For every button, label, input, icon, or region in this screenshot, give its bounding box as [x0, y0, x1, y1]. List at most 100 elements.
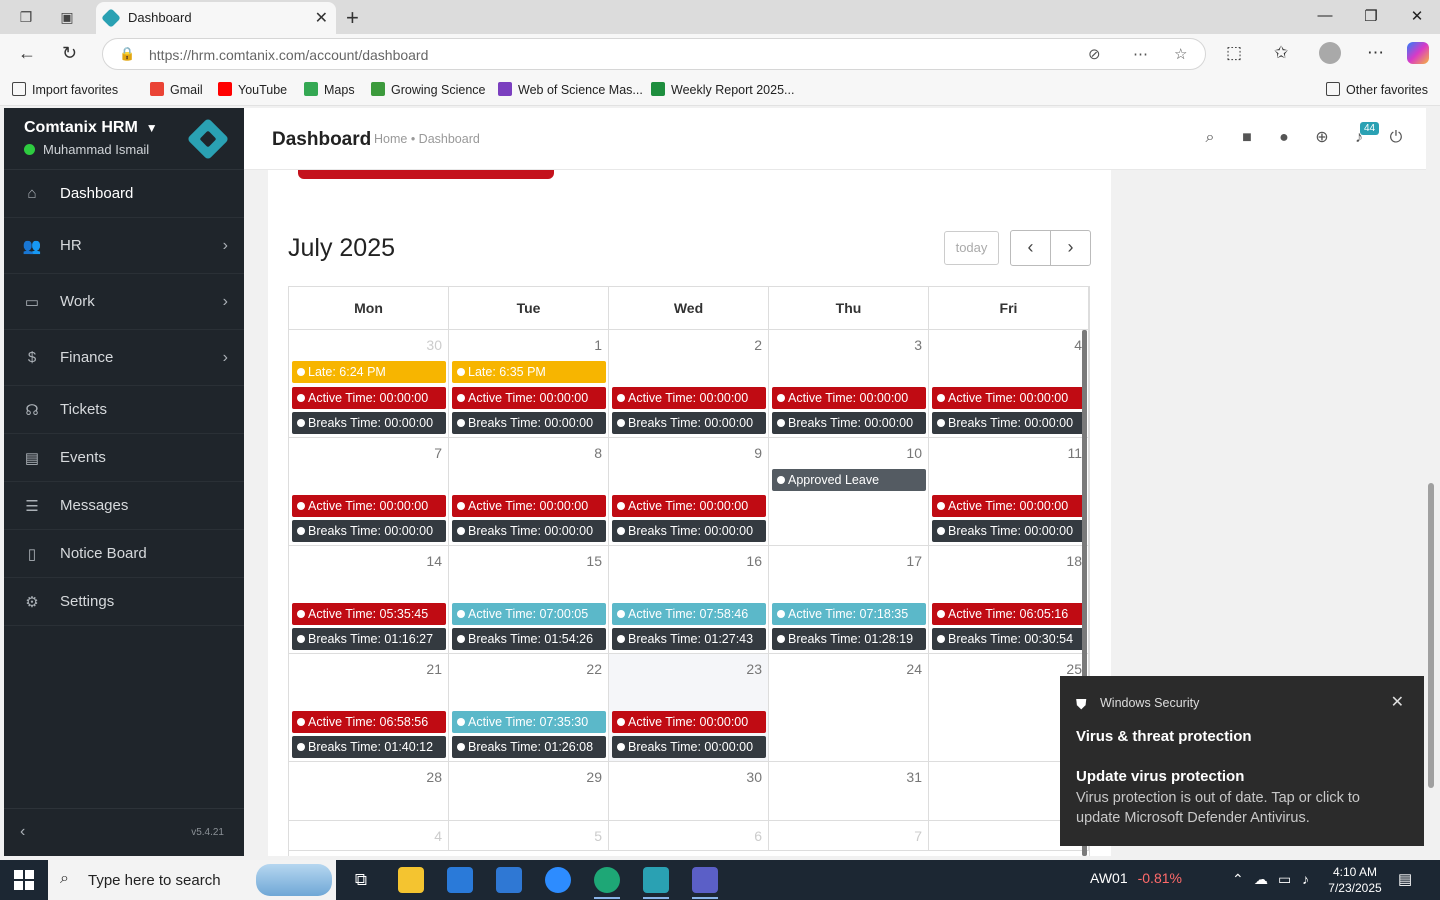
add-icon[interactable]: ⊕: [1312, 128, 1332, 148]
new-tab-icon[interactable]: +: [346, 5, 359, 31]
calendar-day[interactable]: 4Clock-in: 3:37 PMActive Time: 00:00:00B…: [929, 330, 1089, 437]
calendar-event[interactable]: Active Time: 07:18:35: [772, 602, 926, 625]
calendar-day[interactable]: 22Clock-in: 3:56 PMActive Time: 07:35:30…: [449, 654, 609, 761]
calendar-event[interactable]: Active Time: 00:00:00: [612, 710, 766, 733]
calendar-event[interactable]: Breaks Time: 01:26:08: [452, 736, 606, 758]
day-number[interactable]: 3: [914, 337, 922, 353]
calendar-event[interactable]: Active Time: 00:00:00: [292, 494, 446, 517]
day-number[interactable]: 2: [754, 337, 762, 353]
calendar-day[interactable]: 14Clock-in: 4:45 PMActive Time: 05:35:45…: [289, 546, 449, 653]
day-number[interactable]: 4: [434, 828, 442, 844]
brand-dropdown[interactable]: Comtanix HRM ▼: [24, 119, 158, 137]
sidebar-item-finance[interactable]: $ Finance ›: [4, 330, 244, 386]
sidebar-item-settings[interactable]: ⚙ Settings: [4, 578, 244, 626]
favorite-maps[interactable]: Maps: [304, 82, 355, 97]
sidebar-item-tickets[interactable]: ☊ Tickets: [4, 386, 244, 434]
calendar-event[interactable]: Active Time: 00:00:00: [932, 386, 1086, 409]
calendar-event[interactable]: Breaks Time: 00:00:00: [612, 520, 766, 542]
calendar-day[interactable]: 28: [289, 762, 449, 820]
calendar-event[interactable]: Active Time: 00:00:00: [932, 494, 1086, 517]
zoom-icon[interactable]: [545, 867, 571, 893]
tab-actions-icon[interactable]: ▣: [58, 8, 76, 26]
toast-close-icon[interactable]: ✕: [1391, 692, 1404, 712]
day-number[interactable]: 16: [746, 553, 762, 569]
power-icon[interactable]: ⏻: [1386, 128, 1406, 148]
sidebar-item-work[interactable]: ▭ Work ›: [4, 274, 244, 330]
calendar-day[interactable]: 21Clock-in: 4:19 PMActive Time: 06:58:56…: [289, 654, 449, 761]
breadcrumb[interactable]: Home • Dashboard: [374, 132, 480, 146]
sidebar-item-hr[interactable]: 👥 HR ›: [4, 218, 244, 274]
tracking-icon[interactable]: ⊘: [1088, 45, 1101, 63]
calendar-event[interactable]: Breaks Time: 00:00:00: [772, 412, 926, 434]
day-number[interactable]: 21: [426, 661, 442, 677]
day-number[interactable]: 28: [426, 769, 442, 785]
refresh-icon[interactable]: ↻: [62, 43, 77, 64]
calendar-event[interactable]: Active Time: 07:35:30: [452, 710, 606, 733]
calendar-event[interactable]: Breaks Time: 00:00:00: [292, 520, 446, 542]
collapse-sidebar-icon[interactable]: ‹: [20, 823, 25, 841]
search-icon[interactable]: ⌕: [1200, 128, 1220, 148]
day-number[interactable]: 14: [426, 553, 442, 569]
calendar-event[interactable]: Breaks Time: 00:00:00: [452, 520, 606, 542]
calendar-event[interactable]: Active Time: 00:00:00: [612, 494, 766, 517]
calendar-day[interactable]: 18Clock-in: 4:06 PMActive Time: 06:05:16…: [929, 546, 1089, 653]
day-number[interactable]: 5: [594, 828, 602, 844]
day-number[interactable]: 8: [594, 445, 602, 461]
calendar-day[interactable]: 23Clock-in: 4:08 PMActive Time: 00:00:00…: [609, 654, 769, 761]
calendar-event[interactable]: Active Time: 05:35:45: [292, 602, 446, 625]
stock-ticker[interactable]: AW01 -0.81%: [1090, 870, 1182, 886]
day-number[interactable]: 6: [754, 828, 762, 844]
calendar-day[interactable]: 29: [449, 762, 609, 820]
day-number[interactable]: 25: [1066, 661, 1082, 677]
network-icon[interactable]: ▭: [1278, 871, 1291, 888]
next-month-button[interactable]: ›: [1050, 230, 1091, 266]
calendar-day[interactable]: 1 Late: 6:35 PM Active Time: 00:00:00 Break…: [449, 330, 609, 437]
calendar-day[interactable]: 16Clock-in: 3:43 PMActive Time: 07:58:46…: [609, 546, 769, 653]
calendar-event[interactable]: Breaks Time: 00:00:00: [932, 520, 1086, 542]
red-action-bar[interactable]: [298, 170, 554, 179]
sidebar-item-notice-board[interactable]: ▯ Notice Board: [4, 530, 244, 578]
page-scrollbar[interactable]: [1428, 483, 1434, 788]
calendar-event[interactable]: Breaks Time: 00:30:54: [932, 628, 1086, 650]
calendar-day[interactable]: 30: [609, 762, 769, 820]
calendar-event[interactable]: Active Time: 07:58:46: [612, 602, 766, 625]
calendar-day[interactable]: 11Clock-in: 3:59 PMActive Time: 00:00:00…: [929, 438, 1089, 545]
clock-icon[interactable]: ●: [1274, 128, 1294, 148]
sidebar-item-events[interactable]: ▤ Events: [4, 434, 244, 482]
calendar-event[interactable]: Breaks Time: 00:00:00: [452, 412, 606, 434]
day-number[interactable]: 7: [914, 828, 922, 844]
calendar-day[interactable]: 24: [769, 654, 929, 761]
calendar-event[interactable]: Late: 6:24 PM: [292, 361, 446, 383]
calendar-day[interactable]: 6: [609, 821, 769, 850]
file-explorer-icon[interactable]: [398, 867, 424, 893]
calendar-day[interactable]: 7Clock-in: 4:10 PMActive Time: 00:00:00B…: [289, 438, 449, 545]
calendar-event[interactable]: Breaks Time: 00:00:00: [932, 412, 1086, 434]
day-number[interactable]: 9: [754, 445, 762, 461]
favorite-star-icon[interactable]: ☆: [1174, 45, 1187, 63]
reading-icon[interactable]: ⋯: [1133, 45, 1148, 63]
calendar-event[interactable]: Active Time: 00:00:00: [612, 386, 766, 409]
calendar-event[interactable]: Breaks Time: 00:00:00: [612, 412, 766, 434]
calendar-event[interactable]: Active Time: 06:58:56: [292, 710, 446, 733]
sticky-note-icon[interactable]: ■: [1237, 128, 1257, 148]
store-icon[interactable]: [447, 867, 473, 893]
calendar-event[interactable]: Active Time: 00:00:00: [452, 386, 606, 409]
calendar-event[interactable]: Active Time: 00:00:00: [772, 386, 926, 409]
favorite-weekly-report[interactable]: Weekly Report 2025...: [651, 82, 794, 97]
task-view-icon[interactable]: ⧉: [348, 867, 374, 893]
calendar-event[interactable]: Active Time: 07:00:05: [452, 602, 606, 625]
calendar-event[interactable]: Breaks Time: 01:40:12: [292, 736, 446, 758]
taskbar-clock[interactable]: 4:10 AM 7/23/2025: [1322, 864, 1388, 896]
calendar-event[interactable]: Active Time: 00:00:00: [452, 494, 606, 517]
close-tab-icon[interactable]: ✕: [315, 8, 328, 28]
calendar-day[interactable]: 8Clock-in: 3:57 PMActive Time: 00:00:00B…: [449, 438, 609, 545]
url-field[interactable]: 🔒 https://hrm.comtanix.com/account/dashb…: [102, 38, 1206, 70]
day-number[interactable]: 11: [1067, 445, 1082, 461]
calendar-day[interactable]: 4: [289, 821, 449, 850]
favorite-import[interactable]: Import favorites: [12, 82, 118, 97]
calendar-event[interactable]: Approved Leave: [772, 469, 926, 491]
day-number[interactable]: 30: [746, 769, 762, 785]
day-number[interactable]: 18: [1066, 553, 1082, 569]
restore-icon[interactable]: ❐: [1356, 7, 1386, 25]
day-number[interactable]: 30: [426, 337, 442, 353]
